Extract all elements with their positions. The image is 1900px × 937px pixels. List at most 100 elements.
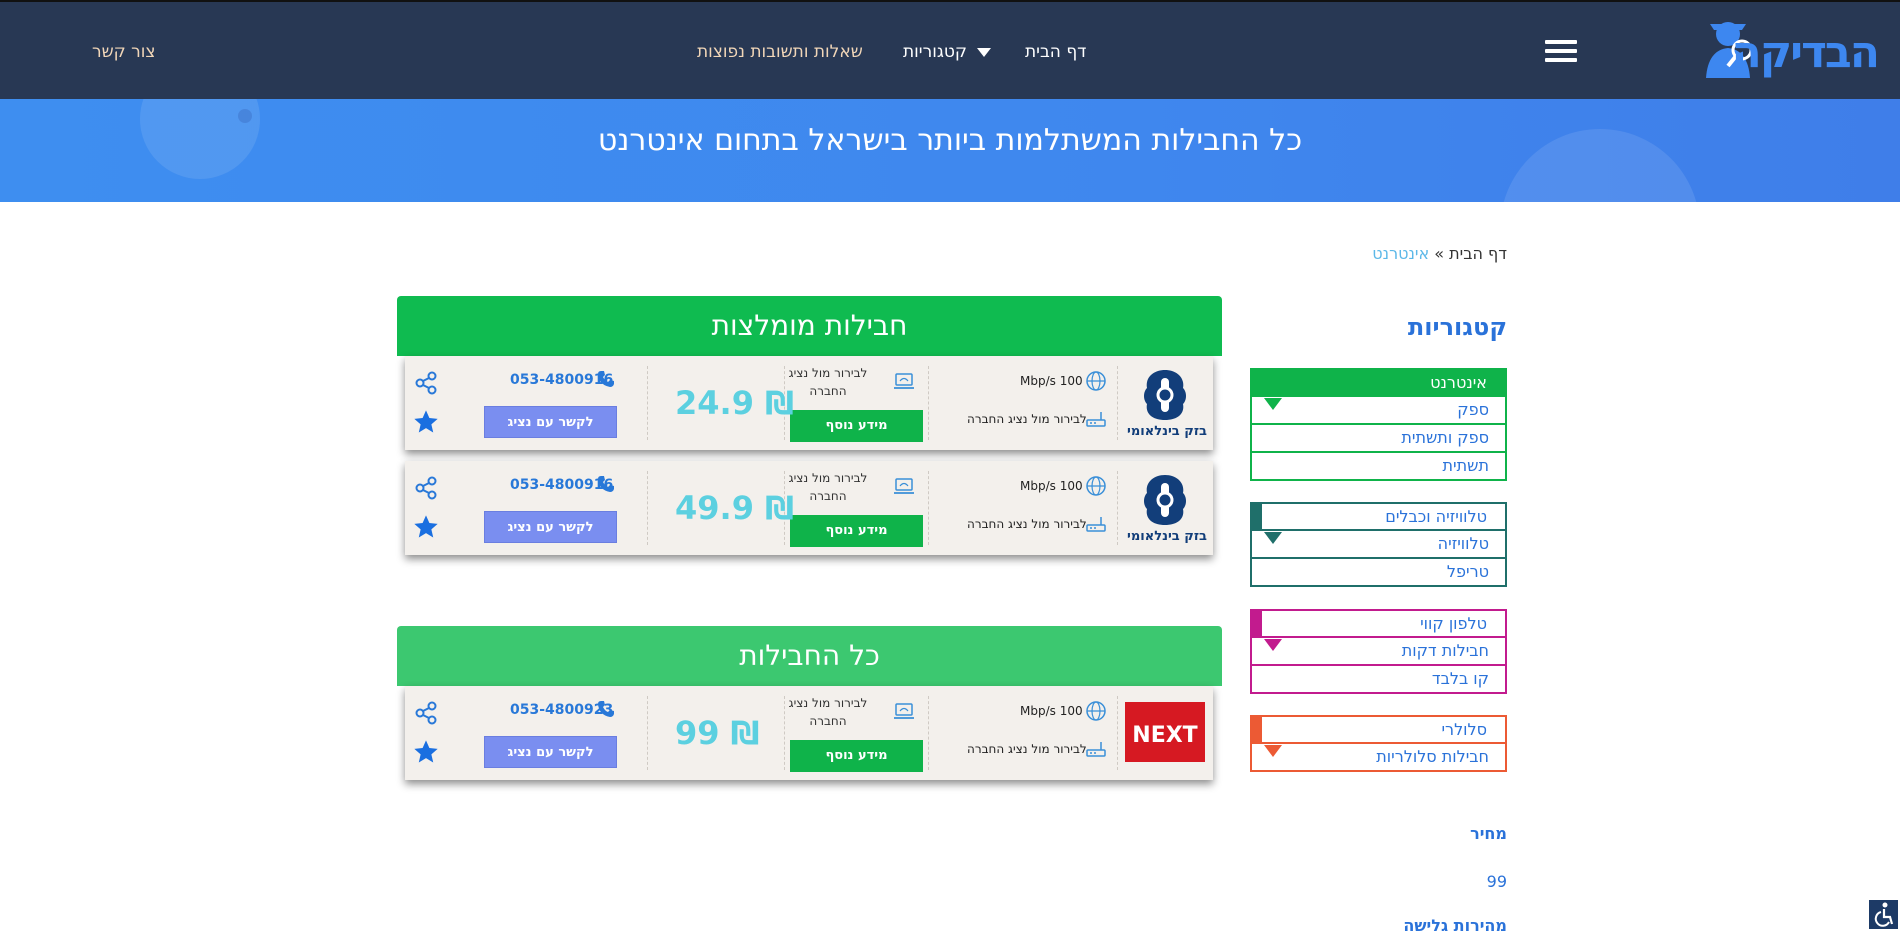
currency-symbol: ₪ xyxy=(730,714,760,752)
laptop-icon xyxy=(894,703,914,719)
brand-logo-bezeq xyxy=(1144,475,1186,525)
menu-icon[interactable] xyxy=(1545,40,1577,64)
router-icon xyxy=(1086,742,1106,757)
category-item-cellular-packages[interactable]: חבילות סלולריות xyxy=(1250,744,1507,772)
category-tab xyxy=(1250,609,1262,638)
filter-price-value[interactable]: 99 xyxy=(1487,872,1507,891)
category-cellular: סלולרי חבילות סלולריות xyxy=(1250,715,1507,772)
triangle-icon xyxy=(1264,398,1282,410)
recommended-header: חבילות מומלצות xyxy=(397,296,1222,356)
nav-categories[interactable]: קטגוריות xyxy=(903,42,991,62)
chevron-down-icon xyxy=(976,47,991,57)
sidebar-title: קטגוריות xyxy=(1407,313,1507,341)
category-item-line-only[interactable]: קו בלבד xyxy=(1250,666,1507,694)
breadcrumb: דף הבית » אינטרנט xyxy=(1372,244,1507,263)
package-card: בזק בינלאומי Mbp/s 100 לבירור מול נציג החב… xyxy=(405,461,1213,555)
package-router: לבירור מול נציג החברה xyxy=(967,517,1087,531)
more-info-button[interactable]: מידע נוסף xyxy=(790,740,923,772)
category-item-provider-infra[interactable]: ספק ותשתית xyxy=(1250,425,1507,453)
category-head-internet[interactable]: אינטרנט xyxy=(1250,368,1507,410)
package-speed: Mbp/s 100 xyxy=(1020,374,1083,388)
nav-categories-label: קטגוריות xyxy=(903,42,967,62)
laptop-icon xyxy=(894,478,914,494)
hero-banner: כל החבילות המשתלמות ביותר בישראל בתחום א… xyxy=(0,99,1900,202)
brand-name: בזק בינלאומי xyxy=(1127,424,1207,439)
triangle-icon xyxy=(1264,639,1282,651)
category-tab xyxy=(1250,715,1262,744)
package-card: בזק בינלאומי Mbp/s 100 לבירור מול נציג החב… xyxy=(405,356,1213,450)
nav-contact[interactable]: צור קשר xyxy=(92,42,155,62)
share-icon[interactable] xyxy=(413,370,439,396)
category-label: טלפון קווי xyxy=(1420,614,1487,633)
package-speed: Mbp/s 100 xyxy=(1020,479,1083,493)
category-item-triple[interactable]: טריפל xyxy=(1250,559,1507,587)
price-value: 24.9 xyxy=(675,384,754,422)
price-value: 49.9 xyxy=(675,489,754,527)
more-info-button[interactable]: מידע נוסף xyxy=(790,410,923,442)
category-label: סלולרי xyxy=(1441,720,1487,739)
category-tv: טלוויזיה וכבלים טלוויזיה טריפל xyxy=(1250,502,1507,587)
site-header: הבדיקה דף הבית קטגוריות שאלות ותשובות נפ… xyxy=(0,0,1900,99)
category-landline: טלפון קווי חבילות דקות קו בלבד xyxy=(1250,609,1507,694)
brand-logo-next: NEXT xyxy=(1125,702,1205,764)
share-icon[interactable] xyxy=(413,475,439,501)
category-head-cellular[interactable]: סלולרי xyxy=(1250,715,1507,757)
price-value: 99 xyxy=(675,714,720,752)
package-speed: Mbp/s 100 xyxy=(1020,704,1083,718)
category-item-infrastructure[interactable]: תשתית xyxy=(1250,453,1507,481)
globe-icon xyxy=(1086,476,1106,496)
logo-text: הבדיקה xyxy=(1731,27,1880,78)
brand-logo-text: NEXT xyxy=(1132,723,1197,748)
brand-logo-bezeq xyxy=(1144,370,1186,420)
phone-number[interactable]: 053-4800916 xyxy=(510,372,613,388)
favorite-star-icon[interactable] xyxy=(412,408,440,436)
brand-logo: בזק בינלאומי xyxy=(1125,368,1207,439)
filter-price-label: מחיר xyxy=(1470,824,1507,843)
breadcrumb-current[interactable]: אינטרנט xyxy=(1372,244,1429,263)
breadcrumb-separator: » xyxy=(1434,244,1445,263)
router-icon xyxy=(1086,517,1106,532)
package-price: ₪ 49.9 xyxy=(675,489,794,527)
triangle-icon xyxy=(1264,745,1282,757)
package-router: לבירור מול נציג החברה xyxy=(967,412,1087,426)
contact-agent-button[interactable]: לקשר עם נציג xyxy=(484,511,617,543)
brand-logo: בזק בינלאומי xyxy=(1125,473,1207,544)
package-price: ₪ 99 xyxy=(675,714,760,752)
category-item-provider[interactable]: ספק xyxy=(1250,397,1507,425)
favorite-star-icon[interactable] xyxy=(412,513,440,541)
category-head-landline[interactable]: טלפון קווי xyxy=(1250,609,1507,651)
brand-name: בזק בינלאומי xyxy=(1127,529,1207,544)
nav-faq[interactable]: שאלות ותשובות נפוצות xyxy=(697,42,863,62)
category-label: טלוויזיה וכבלים xyxy=(1385,507,1487,526)
breadcrumb-home[interactable]: דף הבית xyxy=(1449,244,1507,263)
category-internet: אינטרנט ספק ספק ותשתית תשתית xyxy=(1250,368,1507,481)
currency-symbol: ₪ xyxy=(765,384,795,422)
nav-home[interactable]: דף הבית xyxy=(1025,42,1086,62)
globe-icon xyxy=(1086,701,1106,721)
share-icon[interactable] xyxy=(413,700,439,726)
site-logo[interactable]: הבדיקה xyxy=(1698,16,1880,86)
router-icon xyxy=(1086,412,1106,427)
package-card: NEXT Mbp/s 100 לבירור מול נציג החברה לבירור… xyxy=(405,686,1213,780)
category-item-minutes[interactable]: חבילות דקות xyxy=(1250,638,1507,666)
currency-symbol: ₪ xyxy=(765,489,795,527)
phone-number[interactable]: 053-4800923 xyxy=(510,702,613,718)
category-head-tv[interactable]: טלוויזיה וכבלים xyxy=(1250,502,1507,544)
accessibility-icon[interactable] xyxy=(1867,898,1900,931)
contact-agent-button[interactable]: לקשר עם נציג xyxy=(484,736,617,768)
page-title: כל החבילות המשתלמות ביותר בישראל בתחום א… xyxy=(597,123,1303,158)
laptop-icon xyxy=(894,373,914,389)
category-label: אינטרנט xyxy=(1430,373,1487,392)
brand-logo: NEXT xyxy=(1125,698,1205,764)
package-price: ₪ 24.9 xyxy=(675,384,794,422)
package-note: לבירור מול נציג החברה xyxy=(788,696,868,728)
favorite-star-icon[interactable] xyxy=(412,738,440,766)
phone-number[interactable]: 053-4800916 xyxy=(510,477,613,493)
more-info-button[interactable]: מידע נוסף xyxy=(790,515,923,547)
category-item-tv[interactable]: טלוויזיה xyxy=(1250,531,1507,559)
category-tab xyxy=(1250,502,1262,531)
triangle-icon xyxy=(1264,532,1282,544)
filter-speed-label: מהירות גלישה xyxy=(1403,916,1507,935)
contact-agent-button[interactable]: לקשר עם נציג xyxy=(484,406,617,438)
package-router: לבירור מול נציג החברה xyxy=(967,742,1087,756)
